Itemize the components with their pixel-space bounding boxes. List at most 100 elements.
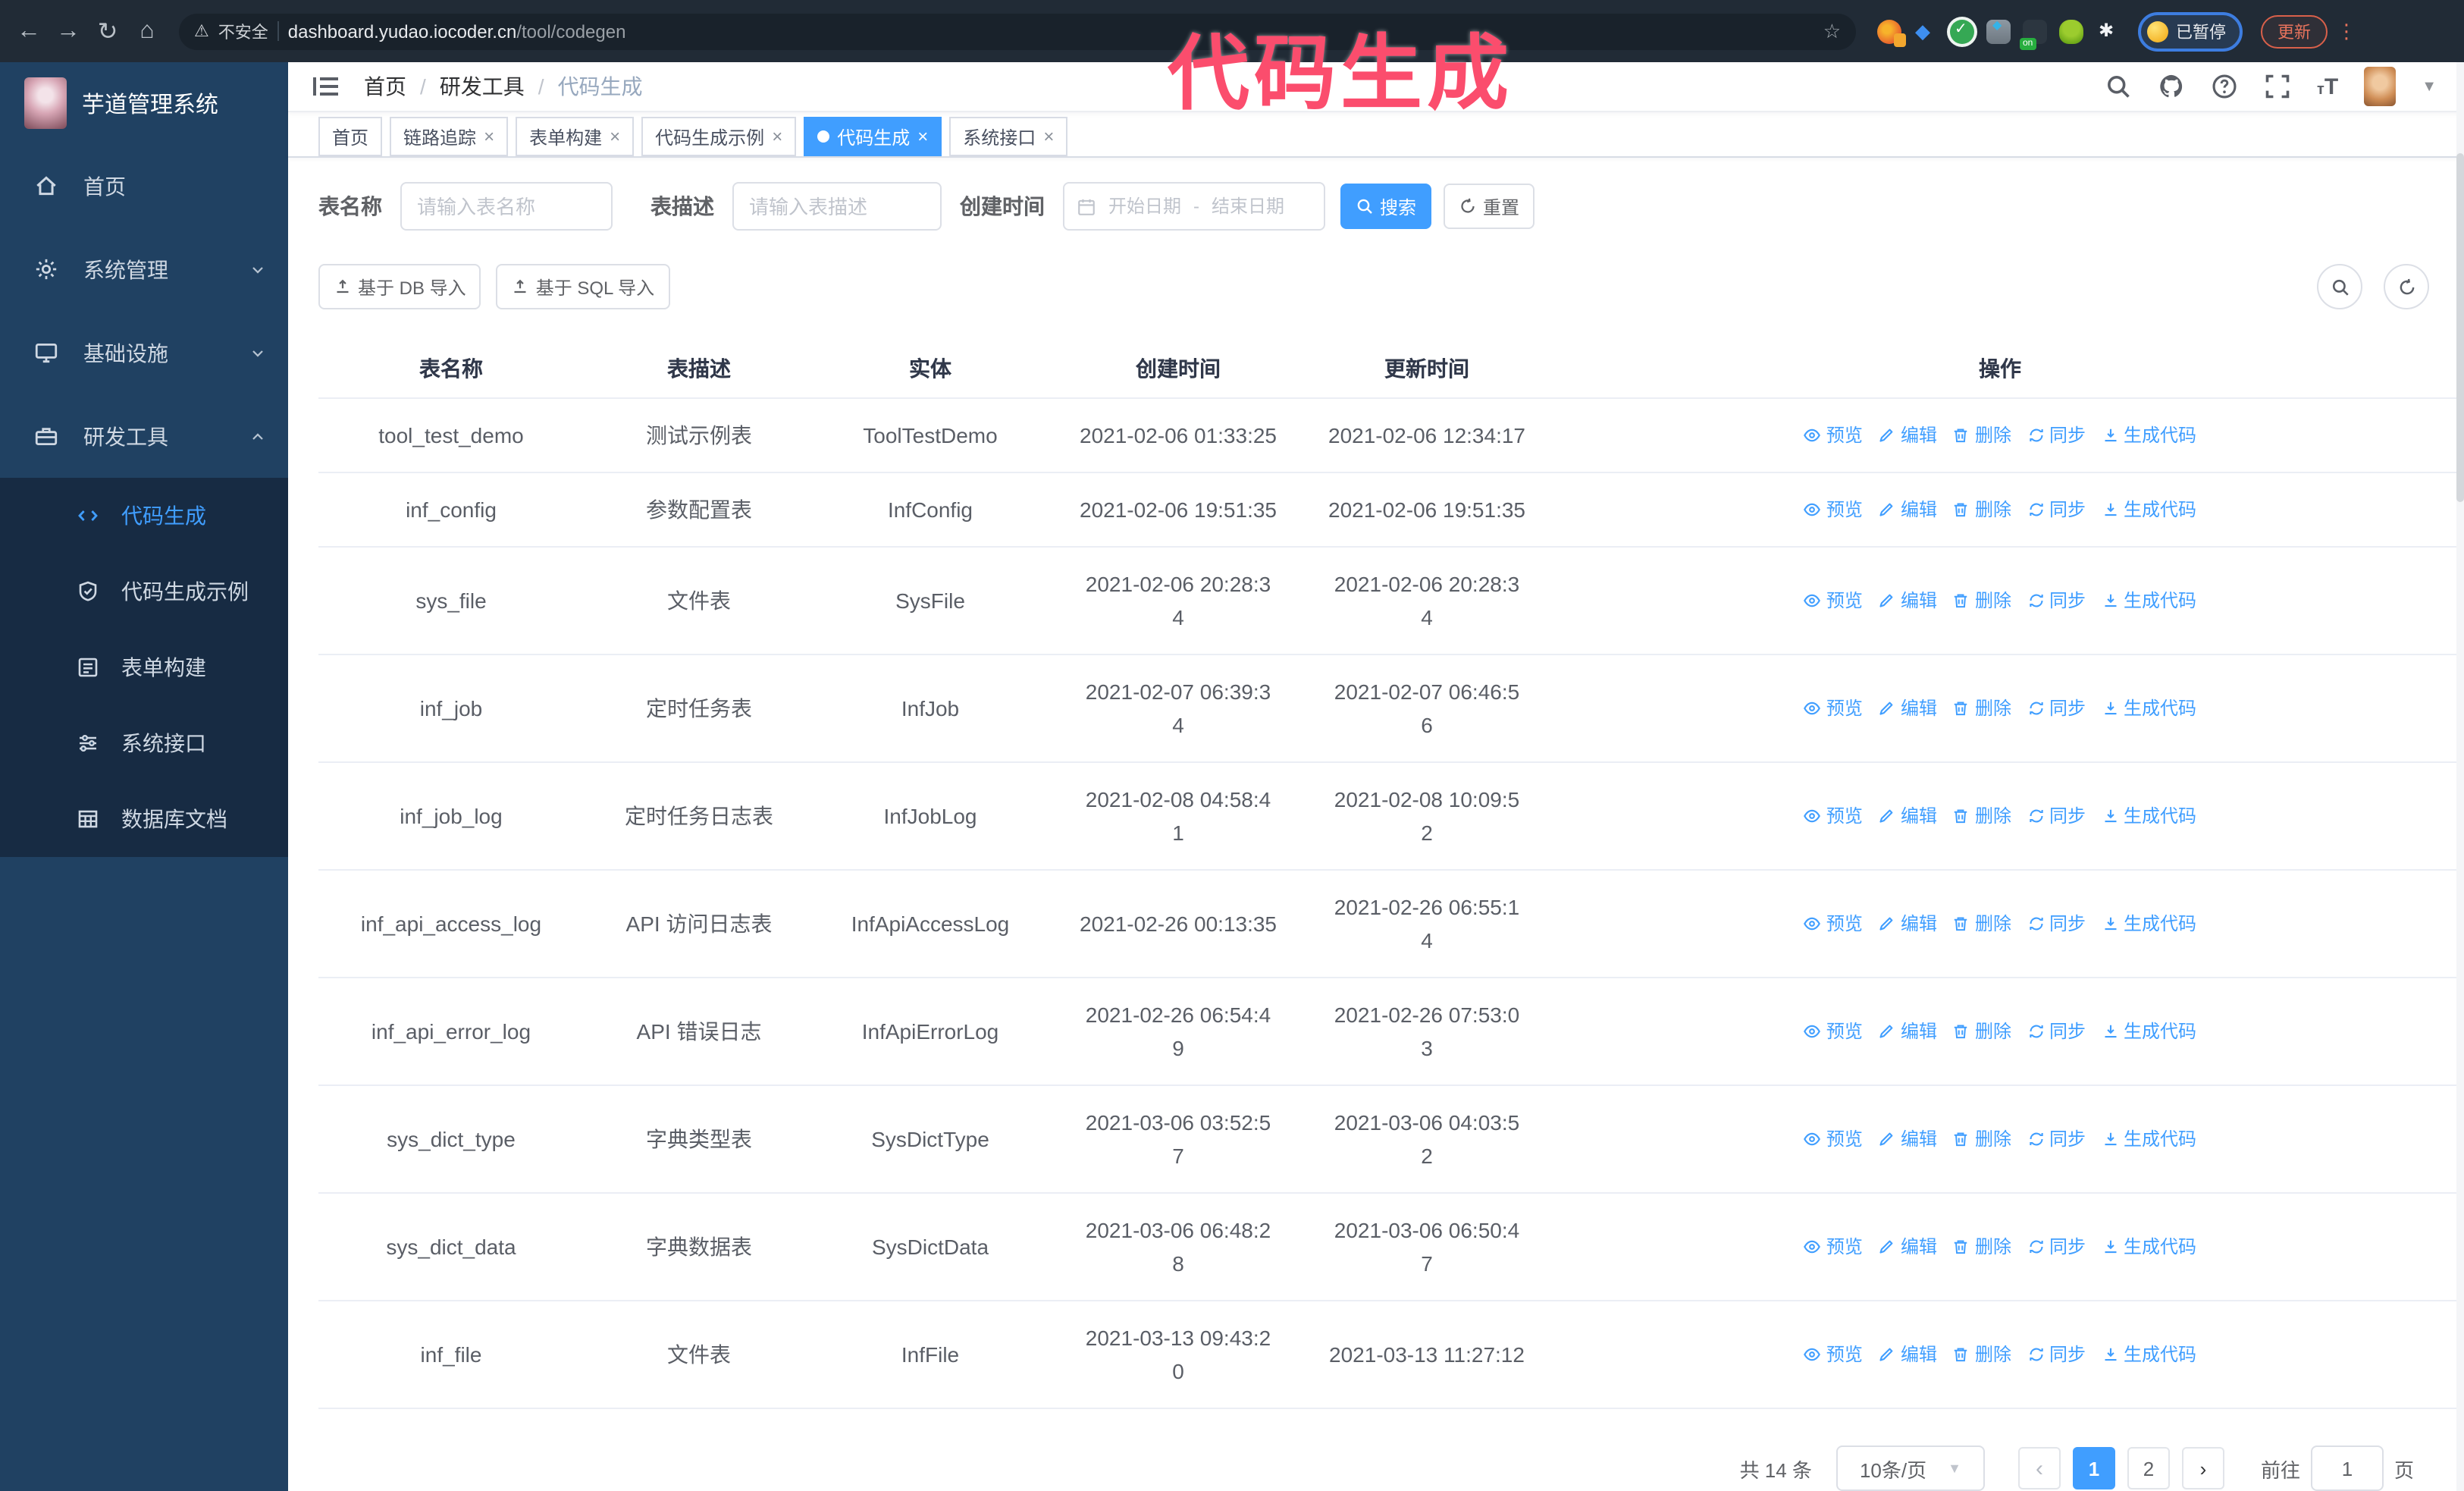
- toggle-search-button[interactable]: [2317, 264, 2362, 309]
- page-button-2[interactable]: 2: [2127, 1447, 2170, 1489]
- action-link[interactable]: 编辑: [1878, 419, 1937, 452]
- action-link[interactable]: 预览: [1804, 1015, 1863, 1048]
- import-sql-button[interactable]: 基于 SQL 导入: [496, 264, 670, 309]
- close-icon[interactable]: ×: [772, 126, 782, 147]
- action-link[interactable]: 删除: [1952, 584, 2011, 617]
- action-link[interactable]: 编辑: [1878, 799, 1937, 833]
- action-link[interactable]: 同步: [2027, 907, 2086, 940]
- tab-tracing[interactable]: 链路追踪 ×: [390, 117, 509, 156]
- action-link[interactable]: 预览: [1804, 584, 1863, 617]
- action-link[interactable]: 编辑: [1878, 907, 1937, 940]
- action-link[interactable]: 同步: [2027, 1230, 2086, 1263]
- action-link[interactable]: 编辑: [1878, 493, 1937, 526]
- page-size-select[interactable]: 10条/页 ▼: [1835, 1445, 1985, 1491]
- search-icon[interactable]: [2105, 73, 2132, 100]
- action-link[interactable]: 删除: [1952, 1122, 2011, 1156]
- start-date-input[interactable]: [1102, 194, 1187, 218]
- bookmark-star-icon[interactable]: ☆: [1823, 19, 1841, 43]
- tab-form-builder[interactable]: 表单构建 ×: [516, 117, 635, 156]
- action-link[interactable]: 同步: [2027, 493, 2086, 526]
- action-link[interactable]: 删除: [1952, 692, 2011, 725]
- tab-system-api[interactable]: 系统接口 ×: [949, 117, 1068, 156]
- extension-icon[interactable]: [1986, 17, 2011, 43]
- extension-icon[interactable]: [2059, 19, 2083, 43]
- breadcrumb-home[interactable]: 首页: [364, 71, 406, 102]
- action-link[interactable]: 生成代码: [2101, 799, 2196, 833]
- page-scrollbar[interactable]: [2456, 62, 2464, 1491]
- help-icon[interactable]: [2211, 73, 2238, 100]
- action-link[interactable]: 生成代码: [2101, 692, 2196, 725]
- scrollbar-thumb[interactable]: [2456, 153, 2464, 502]
- sidebar-item-codegen[interactable]: 代码生成: [0, 478, 288, 554]
- action-link[interactable]: 同步: [2027, 419, 2086, 452]
- app-logo[interactable]: 芋道管理系统: [0, 62, 288, 144]
- reload-icon[interactable]: ↻: [88, 16, 127, 46]
- browser-profile-chip[interactable]: 已暂停: [2138, 11, 2243, 51]
- action-link[interactable]: 同步: [2027, 1122, 2086, 1156]
- action-link[interactable]: 删除: [1952, 419, 2011, 452]
- action-link[interactable]: 生成代码: [2101, 1230, 2196, 1263]
- sidebar-item-infra[interactable]: 基础设施: [0, 311, 288, 394]
- action-link[interactable]: 编辑: [1878, 1122, 1937, 1156]
- user-avatar[interactable]: [2364, 67, 2397, 106]
- browser-menu-icon[interactable]: ⋮: [2337, 19, 2356, 43]
- action-link[interactable]: 删除: [1952, 1230, 2011, 1263]
- action-link[interactable]: 预览: [1804, 419, 1863, 452]
- action-link[interactable]: 同步: [2027, 1338, 2086, 1371]
- action-link[interactable]: 编辑: [1878, 584, 1937, 617]
- font-size-icon[interactable]: тT: [2317, 74, 2338, 99]
- action-link[interactable]: 预览: [1804, 1122, 1863, 1156]
- action-link[interactable]: 生成代码: [2101, 907, 2196, 940]
- extensions-menu-icon[interactable]: [2096, 19, 2120, 43]
- end-date-input[interactable]: [1205, 194, 1290, 218]
- search-button[interactable]: 搜索: [1340, 184, 1432, 229]
- sidebar-item-db-doc[interactable]: 数据库文档: [0, 781, 288, 857]
- home-icon[interactable]: ⌂: [127, 17, 167, 45]
- tab-codegen[interactable]: 代码生成 ×: [804, 117, 942, 156]
- tab-home[interactable]: 首页: [318, 117, 383, 156]
- sidebar-item-system[interactable]: 系统管理: [0, 228, 288, 311]
- chevron-down-icon[interactable]: ▼: [2422, 78, 2437, 95]
- sidebar-item-system-api[interactable]: 系统接口: [0, 705, 288, 781]
- action-link[interactable]: 删除: [1952, 1015, 2011, 1048]
- action-link[interactable]: 同步: [2027, 584, 2086, 617]
- goto-page-input[interactable]: [2310, 1445, 2384, 1491]
- extension-icon[interactable]: [1877, 19, 1906, 46]
- breadcrumb-devtools[interactable]: 研发工具: [440, 71, 525, 102]
- sidebar-item-devtools[interactable]: 研发工具: [0, 394, 288, 478]
- action-link[interactable]: 同步: [2027, 799, 2086, 833]
- tab-codegen-example[interactable]: 代码生成示例 ×: [641, 117, 797, 156]
- action-link[interactable]: 预览: [1804, 493, 1863, 526]
- action-link[interactable]: 预览: [1804, 692, 1863, 725]
- close-icon[interactable]: ×: [917, 126, 928, 147]
- next-page-button[interactable]: ›: [2181, 1447, 2224, 1489]
- reset-button[interactable]: 重置: [1444, 184, 1535, 229]
- fullscreen-icon[interactable]: [2264, 73, 2291, 100]
- sidebar-item-form-builder[interactable]: 表单构建: [0, 629, 288, 705]
- browser-update-button[interactable]: 更新: [2261, 14, 2328, 48]
- extension-icon[interactable]: on: [2020, 19, 2047, 49]
- extension-icon[interactable]: [1914, 19, 1938, 43]
- action-link[interactable]: 删除: [1952, 493, 2011, 526]
- sidebar-item-home[interactable]: 首页: [0, 144, 288, 228]
- close-icon[interactable]: ×: [1043, 126, 1054, 147]
- action-link[interactable]: 删除: [1952, 799, 2011, 833]
- action-link[interactable]: 编辑: [1878, 1338, 1937, 1371]
- forward-icon[interactable]: →: [49, 17, 88, 45]
- table-desc-input[interactable]: [732, 182, 942, 231]
- prev-page-button[interactable]: ‹: [2017, 1447, 2061, 1489]
- action-link[interactable]: 预览: [1804, 907, 1863, 940]
- hamburger-icon[interactable]: [312, 74, 340, 99]
- action-link[interactable]: 编辑: [1878, 692, 1937, 725]
- close-icon[interactable]: ×: [610, 126, 620, 147]
- close-icon[interactable]: ×: [484, 126, 494, 147]
- action-link[interactable]: 预览: [1804, 1230, 1863, 1263]
- back-icon[interactable]: ←: [9, 17, 49, 45]
- extension-icon[interactable]: [1950, 19, 1974, 43]
- import-db-button[interactable]: 基于 DB 导入: [318, 264, 481, 309]
- action-link[interactable]: 同步: [2027, 692, 2086, 725]
- action-link[interactable]: 预览: [1804, 799, 1863, 833]
- url-text[interactable]: dashboard.yudao.iocoder.cn/tool/codegen: [288, 20, 626, 42]
- action-link[interactable]: 生成代码: [2101, 584, 2196, 617]
- sidebar-item-codegen-example[interactable]: 代码生成示例: [0, 554, 288, 629]
